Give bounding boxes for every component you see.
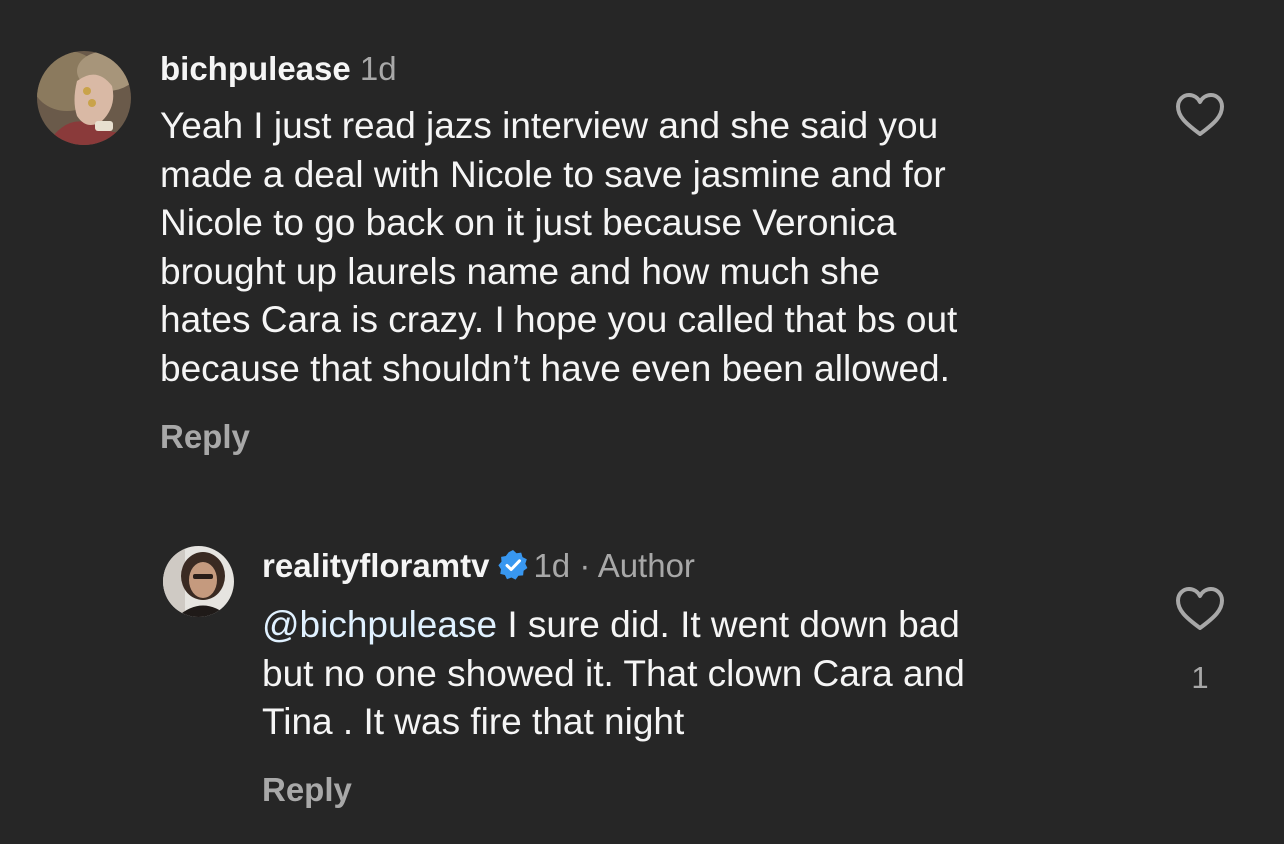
reply-button[interactable]: Reply xyxy=(160,418,250,456)
avatar-realityfloramtv[interactable] xyxy=(163,546,234,617)
like-count: 1 xyxy=(1191,660,1209,695)
comment-line: made a deal with Nicole to save jasmine … xyxy=(160,153,946,195)
heart-outline-icon xyxy=(1176,93,1224,136)
verified-badge-icon xyxy=(497,549,529,590)
heart-outline-icon xyxy=(1176,587,1224,630)
like-button[interactable] xyxy=(1175,586,1225,632)
comment-text: Yeah I just read jazs interview and she … xyxy=(160,102,957,393)
comment-line-text: I sure did. It went down bad xyxy=(497,604,960,645)
comment-line: because that shouldn’t have even been al… xyxy=(160,347,950,389)
comment-text: @bichpulease I sure did. It went down ba… xyxy=(262,601,965,747)
separator-dot: · xyxy=(579,547,591,584)
like-button[interactable] xyxy=(1175,92,1225,138)
comment-line: hates Cara is crazy. I hope you called t… xyxy=(160,299,958,340)
mention-link[interactable]: @bichpulease xyxy=(262,604,497,645)
reply-button[interactable]: Reply xyxy=(262,771,352,809)
comment-line: brought up laurels name and how much she xyxy=(160,250,880,292)
timestamp: 1d xyxy=(359,50,397,87)
comment-header: bichpulease 1d xyxy=(160,49,397,89)
username[interactable]: bichpulease xyxy=(160,50,351,87)
timestamp: 1d xyxy=(533,547,571,584)
comment-line: Yeah I just read jazs interview and she … xyxy=(160,105,939,146)
avatar-image xyxy=(163,546,234,617)
avatar-bichpulease[interactable] xyxy=(37,51,131,145)
comment-header: realityfloramtv 1d · Author xyxy=(262,546,695,590)
author-tag: Author xyxy=(597,547,695,584)
username[interactable]: realityfloramtv xyxy=(262,547,489,584)
comment-line: Nicole to go back on it just because Ver… xyxy=(160,202,897,243)
avatar-image xyxy=(37,51,131,145)
comment-line: Tina . It was fire that night xyxy=(262,701,685,742)
comment-line: but no one showed it. That clown Cara an… xyxy=(262,652,965,694)
comment-line: @bichpulease I sure did. It went down ba… xyxy=(262,601,965,650)
